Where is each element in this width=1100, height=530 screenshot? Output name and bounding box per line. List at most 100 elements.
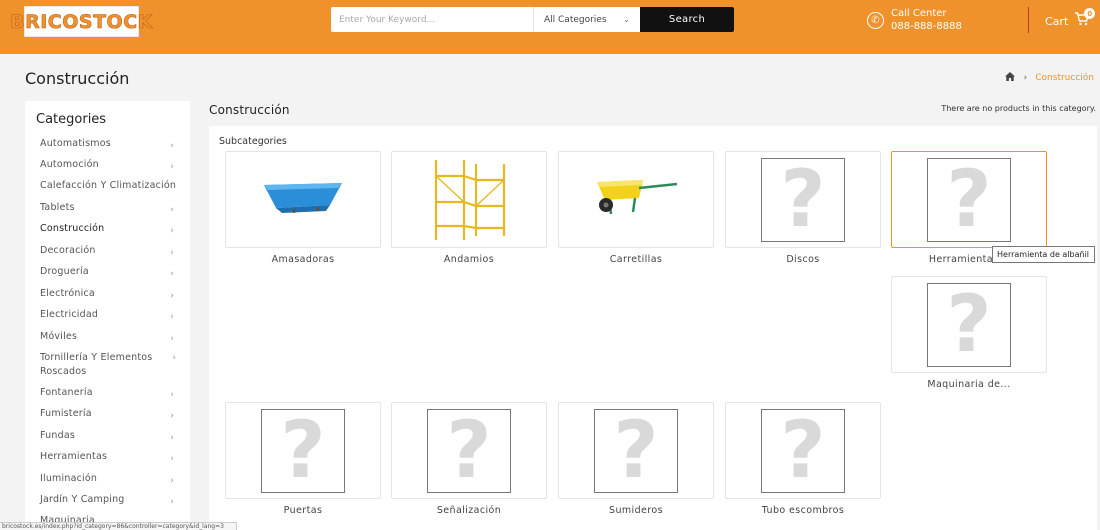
chevron-right-icon: › — [170, 226, 174, 236]
placeholder-question-icon: ? — [261, 409, 345, 493]
sidebar-item-calefaccion[interactable]: Calefacción Y Climatización — [40, 179, 188, 193]
breadcrumb-current: Construcción — [1035, 73, 1094, 83]
subcategory-label[interactable]: Tubo escombros — [725, 505, 881, 516]
cart-count-badge: 0 — [1084, 8, 1096, 19]
cart-label: Cart — [1045, 14, 1069, 28]
sidebar-item-drogueria[interactable]: Droguería › — [40, 265, 188, 279]
no-products-message: There are no products in this category. — [941, 104, 1096, 113]
sidebar-item-tablets[interactable]: Tablets › — [40, 201, 188, 215]
chevron-right-icon: › — [170, 269, 174, 279]
subcategory-label[interactable]: Sumideros — [558, 505, 714, 516]
chevron-down-icon: ⌄ — [623, 15, 630, 24]
subcategory-tile-tubo-escombros[interactable]: ? — [725, 402, 881, 499]
chevron-right-icon: › — [170, 141, 174, 151]
subcategory-label[interactable]: Amasadoras — [225, 254, 381, 265]
call-center-label: Call Center — [891, 8, 947, 19]
sidebar-title: Categories — [36, 112, 107, 127]
sidebar-item-construccion[interactable]: Construcción › — [40, 222, 188, 236]
chevron-right-icon: › — [170, 312, 174, 322]
sidebar-item-herramientas[interactable]: Herramientas › — [40, 450, 188, 464]
site-header: BRICOSTOCK All Categories ⌄ Search ✆ Cal… — [0, 0, 1100, 54]
sidebar-item-label: Jardín Y Camping — [40, 494, 125, 505]
sidebar-item-label: Calefacción Y Climatización — [40, 180, 177, 191]
sidebar-item-automatismos[interactable]: Automatismos › — [40, 137, 188, 151]
sidebar-item-automocion[interactable]: Automoción › — [40, 158, 188, 172]
sidebar-item-electricidad[interactable]: Electricidad › — [40, 308, 188, 322]
cart-icon: 0 — [1074, 8, 1096, 30]
call-center-phone[interactable]: 088-888-8888 — [891, 20, 962, 33]
category-select[interactable]: All Categories ⌄ — [533, 7, 640, 32]
sidebar-item-label: Herramientas — [40, 451, 108, 462]
subcategory-label[interactable]: Andamios — [391, 254, 547, 265]
subcategory-tile-sumideros[interactable]: ? — [558, 402, 714, 499]
wheelbarrow-icon — [597, 180, 678, 215]
subcategory-label[interactable]: Discos — [725, 254, 881, 265]
sidebar-item-fontaneria[interactable]: Fontanería › — [40, 386, 188, 400]
browser-status-bar: bricostock.es/index.php?id_category=86&c… — [0, 522, 237, 530]
subcategory-tile-amasadoras[interactable] — [225, 151, 381, 248]
home-icon[interactable] — [1004, 72, 1015, 84]
sidebar-item-electronica[interactable]: Electrónica › — [40, 287, 188, 301]
sidebar-item-label: Construcción — [40, 223, 105, 234]
subcategory-label[interactable]: Señalización — [391, 505, 547, 516]
subcategory-label[interactable]: Puertas — [225, 505, 381, 516]
placeholder-question-icon: ? — [927, 158, 1011, 242]
phone-icon: ✆ — [867, 11, 884, 29]
mixing-trough-icon — [264, 183, 342, 213]
chevron-right-icon: › — [170, 162, 174, 172]
subcategory-tile-carretillas[interactable] — [558, 151, 714, 248]
page-title: Construcción — [25, 69, 130, 88]
call-center: ✆ Call Center 088-888-8888 — [867, 7, 962, 33]
search-input[interactable] — [331, 7, 533, 32]
sidebar-item-label: Tablets — [40, 202, 75, 213]
subcategory-tile-andamios[interactable] — [391, 151, 547, 248]
placeholder-question-icon: ? — [427, 409, 511, 493]
category-title: Construcción — [209, 103, 290, 117]
site-logo[interactable]: BRICOSTOCK — [10, 6, 153, 37]
search-button[interactable]: Search — [640, 7, 734, 32]
subcategories-heading: Subcategories — [219, 136, 287, 147]
chevron-right-icon: › — [172, 353, 176, 363]
sidebar-item-label: Iluminación — [40, 473, 98, 484]
cart-button[interactable]: Cart 0 — [1045, 8, 1096, 30]
subcategory-tile-herramienta[interactable]: ? — [891, 151, 1047, 248]
sidebar-item-decoracion[interactable]: Decoración › — [40, 244, 188, 258]
subcategory-tile-maquinaria[interactable]: ? — [891, 276, 1047, 373]
sidebar-item-fumisteria[interactable]: Fumistería › — [40, 407, 188, 421]
sidebar-item-label: Fundas — [40, 430, 75, 441]
subcategory-tile-discos[interactable]: ? — [725, 151, 881, 248]
chevron-right-icon: › — [170, 411, 174, 421]
placeholder-question-icon: ? — [761, 158, 845, 242]
sidebar-item-label: Droguería — [40, 266, 89, 277]
chevron-right-icon: › — [170, 433, 174, 443]
placeholder-question-icon: ? — [594, 409, 678, 493]
tooltip: Herramienta de albañil — [992, 246, 1095, 263]
subcategory-label[interactable]: Carretillas — [558, 254, 714, 265]
sidebar-item-label: Fumistería — [40, 408, 92, 419]
sidebar-item-label: Automatismos — [40, 138, 111, 149]
search-bar: All Categories ⌄ Search — [331, 7, 734, 32]
sidebar-item-tornilleria[interactable]: Tornillería Y Elementos Roscados — [40, 351, 158, 379]
subcategory-label[interactable]: Maquinaria de... — [891, 379, 1047, 390]
breadcrumb: › Construcción — [1004, 72, 1094, 84]
chevron-right-icon: › — [170, 390, 174, 400]
sidebar-item-label: Fontanería — [40, 387, 93, 398]
scaffold-icon — [434, 160, 506, 240]
sidebar-item-label: Automoción — [40, 159, 99, 170]
header-divider — [1028, 7, 1029, 33]
sidebar-item-jardin[interactable]: Jardín Y Camping › — [40, 493, 188, 507]
sidebar-item-label: Electrónica — [40, 288, 95, 299]
subcategory-tile-puertas[interactable]: ? — [225, 402, 381, 499]
sidebar-item-moviles[interactable]: Móviles › — [40, 330, 188, 344]
subcategory-tile-senalizacion[interactable]: ? — [391, 402, 547, 499]
sidebar-item-iluminacion[interactable]: Iluminación › — [40, 472, 188, 486]
sidebar-item-label: Móviles — [40, 331, 78, 342]
chevron-right-icon: › — [170, 334, 174, 344]
chevron-right-icon: › — [170, 205, 174, 215]
chevron-right-icon: › — [1023, 73, 1028, 83]
placeholder-question-icon: ? — [927, 283, 1011, 367]
sidebar-item-label: Decoración — [40, 245, 96, 256]
chevron-right-icon: › — [170, 497, 174, 507]
chevron-right-icon: › — [170, 476, 174, 486]
sidebar-item-fundas[interactable]: Fundas › — [40, 429, 188, 443]
